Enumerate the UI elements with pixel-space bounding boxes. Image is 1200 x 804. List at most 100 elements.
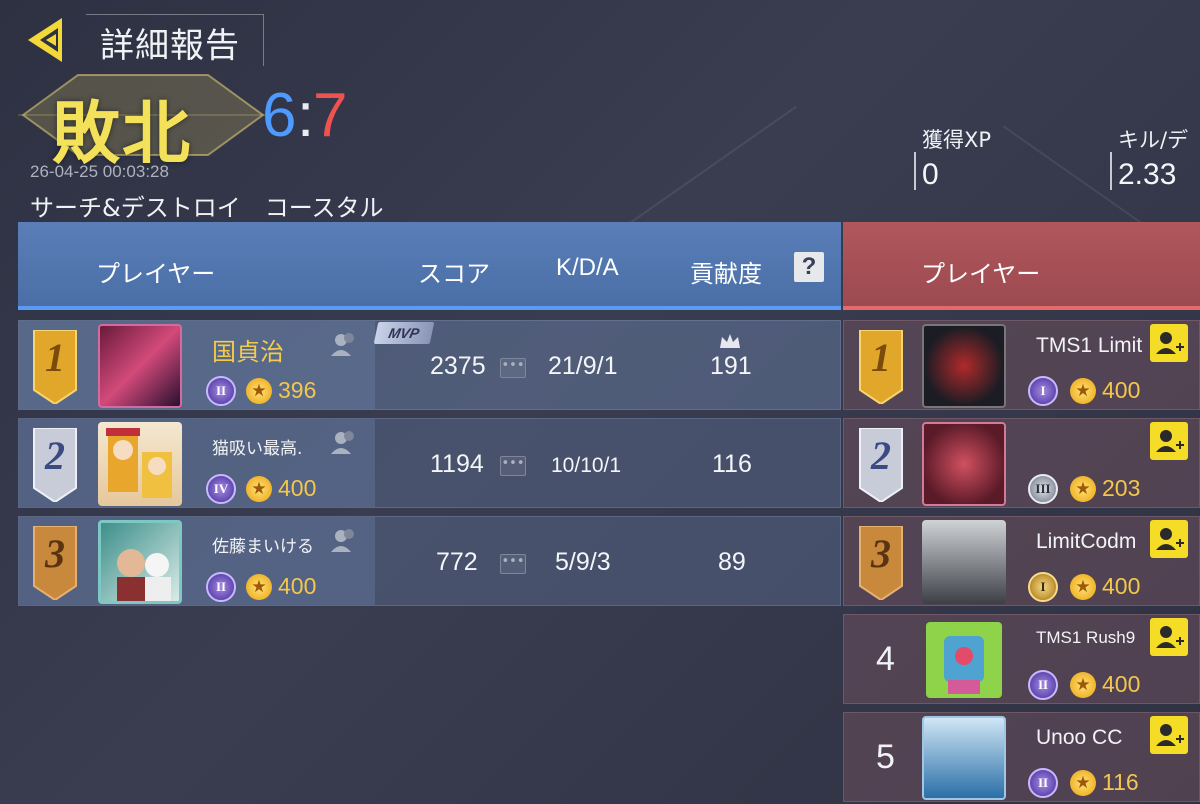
avatar[interactable] xyxy=(922,520,1006,604)
col-kda: K/D/A xyxy=(556,254,619,281)
rank-points: 400 xyxy=(278,573,317,599)
match-mode: サーチ&デストロイ コースタル xyxy=(30,194,384,222)
stat-label-kd: キル/デ xyxy=(1118,128,1189,152)
kda-value: 21/9/1 xyxy=(548,352,618,380)
stat-value-kd: 2.33 xyxy=(1118,158,1177,191)
rank-emblem-icon: I xyxy=(1028,376,1058,406)
chat-icon[interactable]: ••• xyxy=(500,358,526,378)
add-friend-button[interactable] xyxy=(1150,422,1188,460)
crown-icon xyxy=(720,334,740,348)
rank-number: 3 xyxy=(45,531,65,576)
rank-points: 203 xyxy=(1102,475,1141,501)
friend-icon[interactable] xyxy=(330,430,358,456)
contribution-value: 191 xyxy=(710,352,752,380)
friend-icon[interactable] xyxy=(330,332,358,358)
rank-points: 400 xyxy=(278,475,317,501)
rank-number: 2 xyxy=(45,433,65,478)
rank-number: 1 xyxy=(45,335,65,380)
avatar[interactable] xyxy=(922,324,1006,408)
rank-emblem-icon: IV xyxy=(206,474,236,504)
player-name[interactable]: Unoo CC xyxy=(1036,726,1122,750)
score-value: 1194 xyxy=(430,450,484,478)
rank-emblem-icon: II xyxy=(1028,768,1058,798)
score-value: 772 xyxy=(436,548,478,576)
team-score-blue: 6 xyxy=(262,81,297,150)
star-coin-icon: ★ xyxy=(1070,476,1096,502)
star-coin-icon: ★ xyxy=(246,574,272,600)
avatar-image xyxy=(117,549,171,601)
rank-points: 400 xyxy=(1102,671,1141,697)
rank-points: 400 xyxy=(1102,573,1141,599)
col-player: プレイヤー xyxy=(921,260,1041,288)
add-friend-icon xyxy=(1156,528,1184,550)
avatar-image xyxy=(944,636,984,694)
col-score: スコア xyxy=(418,260,490,288)
star-coin-icon: ★ xyxy=(1070,770,1096,796)
rank-number: 1 xyxy=(871,335,891,380)
col-player: プレイヤー xyxy=(96,260,216,288)
stat-label-xp: 獲得XP xyxy=(922,128,992,152)
match-timestamp: 26-04-25 00:03:28 xyxy=(30,162,169,181)
add-friend-icon xyxy=(1156,626,1184,648)
stat-divider xyxy=(1110,152,1112,190)
friend-icon[interactable] xyxy=(330,528,358,554)
rank-number: 3 xyxy=(871,531,891,576)
score-separator: : xyxy=(297,81,315,150)
player-name[interactable]: TMS1 Rush9 xyxy=(1036,628,1135,648)
player-name[interactable]: 国貞治 xyxy=(212,332,284,367)
back-button[interactable] xyxy=(22,14,82,66)
star-coin-icon: ★ xyxy=(1070,574,1096,600)
avatar[interactable] xyxy=(98,324,182,408)
add-friend-icon xyxy=(1156,332,1184,354)
table-row[interactable] xyxy=(843,614,1200,704)
blue-team-header: プレイヤー スコア K/D/A 貢献度 ? xyxy=(18,222,841,310)
player-name[interactable]: LimitCodm xyxy=(1036,530,1136,554)
rank-points: 116 xyxy=(1102,769,1139,795)
rank-emblem-icon: I xyxy=(1028,572,1058,602)
add-friend-icon xyxy=(1156,724,1184,746)
contribution-value: 89 xyxy=(718,548,746,576)
star-coin-icon: ★ xyxy=(1070,672,1096,698)
chat-icon[interactable]: ••• xyxy=(500,456,526,476)
kda-value: 5/9/3 xyxy=(555,548,611,576)
add-friend-button[interactable] xyxy=(1150,324,1188,362)
rank-emblem-icon: II xyxy=(206,376,236,406)
rank-points: 396 xyxy=(278,377,317,403)
rank-emblem-icon: II xyxy=(206,572,236,602)
stat-value-xp: 0 xyxy=(922,158,939,191)
avatar-image xyxy=(106,428,172,498)
avatar[interactable] xyxy=(98,520,182,604)
star-coin-icon: ★ xyxy=(1070,378,1096,404)
page-title: 詳細報告 xyxy=(100,26,240,66)
add-friend-button[interactable] xyxy=(1150,716,1188,754)
kda-value: 10/10/1 xyxy=(551,454,622,477)
avatar[interactable] xyxy=(98,422,182,506)
player-name[interactable]: 佐藤まいける xyxy=(212,532,314,557)
col-contribution: 貢献度 xyxy=(690,260,762,288)
star-coin-icon: ★ xyxy=(246,378,272,404)
help-icon[interactable]: ? xyxy=(794,252,824,282)
chat-icon[interactable]: ••• xyxy=(500,554,526,574)
rank-points: 400 xyxy=(1102,377,1141,403)
contribution-value: 116 xyxy=(712,450,752,478)
table-row[interactable] xyxy=(843,712,1200,802)
avatar[interactable] xyxy=(926,622,1002,698)
rank-number: 4 xyxy=(876,640,895,678)
player-name[interactable]: TMS1 Limit xyxy=(1036,334,1142,358)
rank-emblem-icon: II xyxy=(1028,670,1058,700)
avatar[interactable] xyxy=(922,716,1006,800)
red-team-header: プレイヤー xyxy=(843,222,1200,310)
rank-emblem-icon: III xyxy=(1028,474,1058,504)
add-friend-icon xyxy=(1156,430,1184,452)
avatar[interactable] xyxy=(922,422,1006,506)
rank-number: 5 xyxy=(876,738,895,776)
add-friend-button[interactable] xyxy=(1150,520,1188,558)
add-friend-button[interactable] xyxy=(1150,618,1188,656)
team-score-red: 7 xyxy=(313,81,348,150)
score-value: 2375 xyxy=(430,352,486,380)
star-coin-icon: ★ xyxy=(246,476,272,502)
player-name[interactable]: 猫吸い最高. xyxy=(212,434,302,459)
stat-divider xyxy=(914,152,916,190)
rank-number: 2 xyxy=(871,433,891,478)
back-arrow-icon xyxy=(28,18,62,62)
